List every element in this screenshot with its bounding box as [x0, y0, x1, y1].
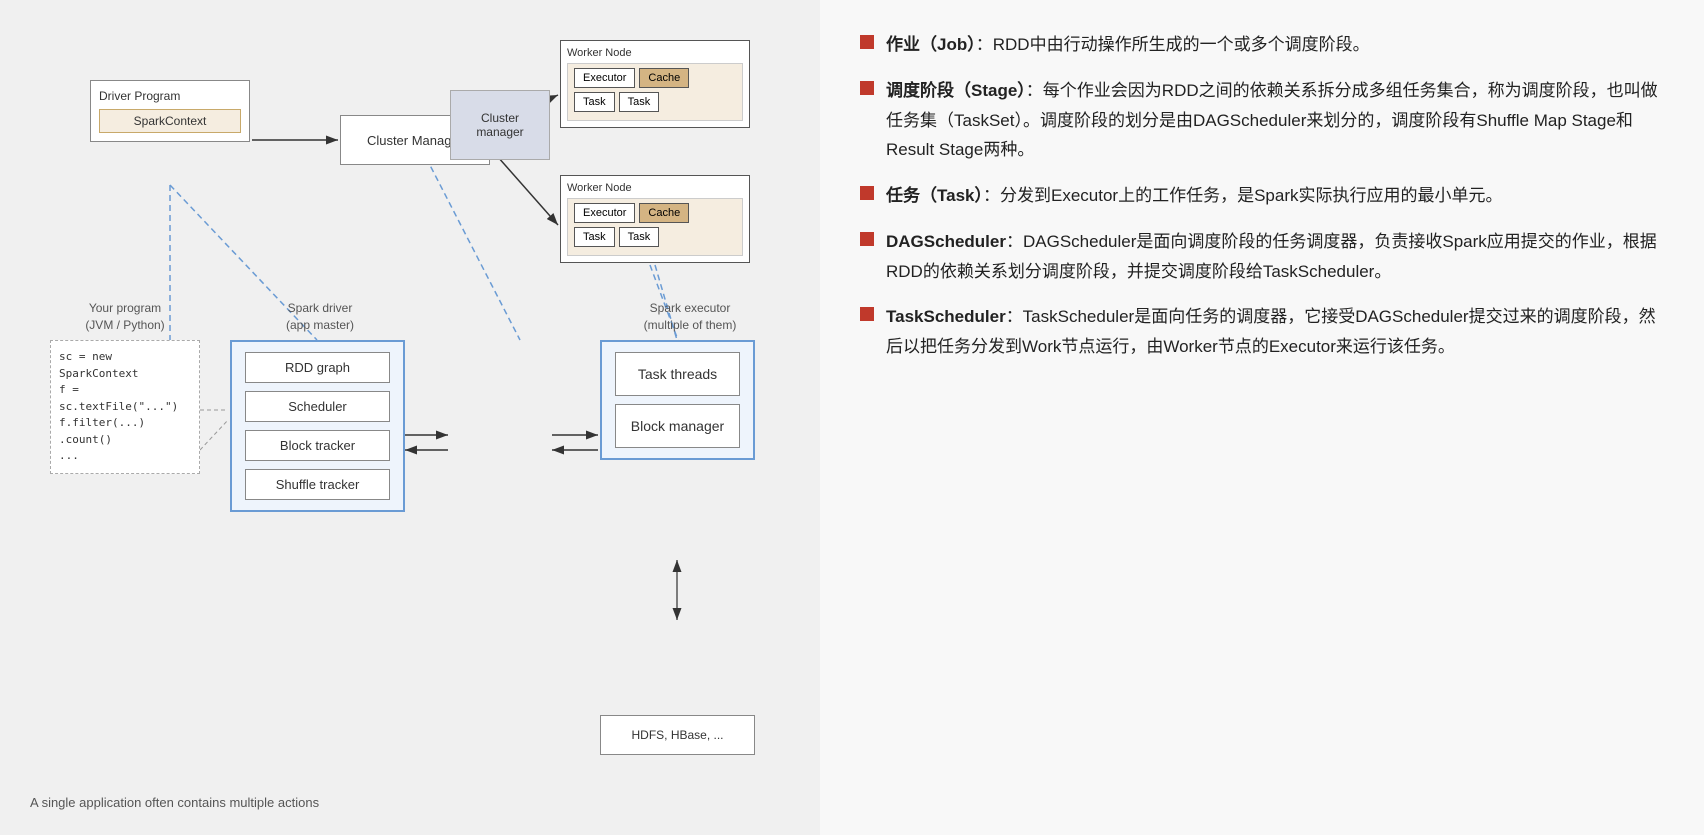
task-cell-1a: Task: [574, 92, 615, 112]
cache-cell-2: Cache: [639, 203, 689, 223]
bullet-bold-stage: 调度阶段（Stage）: [886, 81, 1026, 100]
bullet-content-dag: DAGScheduler：DAGScheduler是面向调度阶段的任务调度器，负…: [886, 227, 1664, 287]
bullet-bold-job: 作业（Job）: [886, 35, 976, 54]
bullet-square-ts: [860, 307, 874, 321]
code-box: sc = new SparkContext f = sc.textFile(".…: [50, 340, 200, 474]
code-line-3: f.filter(...): [59, 415, 191, 432]
bullet-task: 任务（Task）：分发到Executor上的工作任务，是Spark实际执行应用的…: [860, 181, 1664, 211]
bullet-text-task: ：分发到Executor上的工作任务，是Spark实际执行应用的最小单元。: [983, 186, 1503, 205]
spark-context-box: SparkContext: [99, 109, 241, 133]
spark-executor-label: Spark executor(multiple of them): [610, 300, 770, 334]
bottom-note: A single application often contains mult…: [30, 795, 319, 810]
code-line-5: ...: [59, 448, 191, 465]
bullet-stage: 调度阶段（Stage）：每个作业会因为RDD之间的依赖关系拆分成多组任务集合，称…: [860, 76, 1664, 165]
bullet-content-stage: 调度阶段（Stage）：每个作业会因为RDD之间的依赖关系拆分成多组任务集合，称…: [886, 76, 1664, 165]
worker-node-2: Worker Node Executor Cache Task Task: [560, 175, 750, 263]
worker-node-1-title: Worker Node: [567, 47, 743, 59]
bullet-square-dag: [860, 232, 874, 246]
your-program-label: Your program(JVM / Python): [60, 300, 190, 334]
block-tracker-item: Block tracker: [245, 430, 390, 461]
hdfs-box: HDFS, HBase, ...: [600, 715, 755, 755]
right-panel: 作业（Job）：RDD中由行动操作所生成的一个或多个调度阶段。 调度阶段（Sta…: [820, 0, 1704, 835]
cluster-manager-top-label: Cluster Manager: [367, 133, 463, 148]
task-threads-item: Task threads: [615, 352, 740, 396]
bullet-square-task: [860, 186, 874, 200]
task-cell-2b: Task: [619, 227, 660, 247]
spark-driver-label: Spark driver(app master): [240, 300, 400, 334]
task-cell-2a: Task: [574, 227, 615, 247]
worker-node-2-inner: Executor Cache Task Task: [567, 198, 743, 256]
driver-program-box: Driver Program SparkContext: [90, 80, 250, 142]
worker-node-1: Worker Node Executor Cache Task Task: [560, 40, 750, 128]
bullet-square-stage: [860, 81, 874, 95]
driver-inner-box: RDD graph Scheduler Block tracker Shuffl…: [230, 340, 405, 512]
bullet-bold-ts: TaskScheduler: [886, 307, 1006, 326]
bullet-square-job: [860, 35, 874, 49]
task-cell-1b: Task: [619, 92, 660, 112]
block-manager-item: Block manager: [615, 404, 740, 448]
cluster-manager-mid-box: Clustermanager: [450, 90, 550, 160]
bullet-text-job: ：RDD中由行动操作所生成的一个或多个调度阶段。: [976, 35, 1370, 54]
bullet-bold-task: 任务（Task）: [886, 186, 983, 205]
left-panel: Worker Node Executor Cache Task Task Wor…: [0, 0, 820, 835]
bullet-job: 作业（Job）：RDD中由行动操作所生成的一个或多个调度阶段。: [860, 30, 1664, 60]
cluster-manager-mid-label: Clustermanager: [476, 111, 523, 139]
code-line-1: sc = new SparkContext: [59, 349, 191, 382]
cache-cell-1: Cache: [639, 68, 689, 88]
executor-inner-box: Task threads Block manager: [600, 340, 755, 460]
bullet-content-ts: TaskScheduler：TaskScheduler是面向任务的调度器，它接受…: [886, 302, 1664, 362]
shuffle-tracker-item: Shuffle tracker: [245, 469, 390, 500]
scheduler-item: Scheduler: [245, 391, 390, 422]
code-line-2: f = sc.textFile("..."): [59, 382, 191, 415]
worker-node-2-title: Worker Node: [567, 182, 743, 194]
bullet-dagscheduler: DAGScheduler：DAGScheduler是面向调度阶段的任务调度器，负…: [860, 227, 1664, 287]
bullet-content-task: 任务（Task）：分发到Executor上的工作任务，是Spark实际执行应用的…: [886, 181, 1664, 211]
architecture-diagram: Worker Node Executor Cache Task Task Wor…: [30, 30, 810, 810]
driver-program-title: Driver Program: [99, 89, 241, 103]
hdfs-label: HDFS, HBase, ...: [631, 728, 723, 742]
bullet-taskscheduler: TaskScheduler：TaskScheduler是面向任务的调度器，它接受…: [860, 302, 1664, 362]
executor-cell-1: Executor: [574, 68, 635, 88]
bullet-bold-dag: DAGScheduler: [886, 232, 1006, 251]
worker-node-1-inner: Executor Cache Task Task: [567, 63, 743, 121]
code-line-4: .count(): [59, 432, 191, 449]
rdd-graph-item: RDD graph: [245, 352, 390, 383]
executor-cell-2: Executor: [574, 203, 635, 223]
bullet-content-job: 作业（Job）：RDD中由行动操作所生成的一个或多个调度阶段。: [886, 30, 1664, 60]
